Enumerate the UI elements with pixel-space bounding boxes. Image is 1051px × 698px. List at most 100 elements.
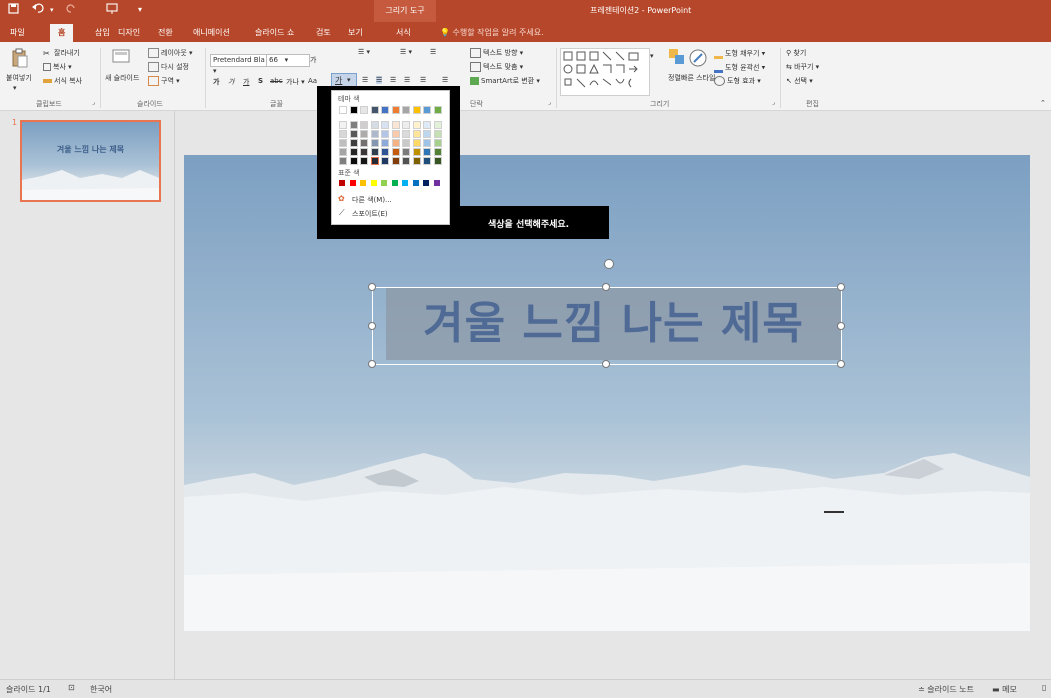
color-swatch[interactable] [370,157,379,165]
cut-button[interactable]: ✂ 잘라내기 [43,48,80,58]
align-left-icon[interactable]: ☰ [362,76,368,84]
color-swatch[interactable] [402,106,410,114]
quick-styles-icon[interactable] [688,48,708,70]
columns-icon[interactable]: ☰ [442,76,448,84]
tab-slideshow[interactable]: 슬라이드 쇼 [255,27,294,38]
color-swatch[interactable] [412,121,421,129]
new-slide-button[interactable]: 새 슬라이드 [105,73,139,83]
align-center-icon[interactable]: ☰ [376,76,383,84]
language-status[interactable]: 한국어 [90,684,112,695]
color-swatch[interactable] [402,157,410,165]
tab-insert[interactable]: 삽입 [95,27,110,38]
color-swatch[interactable] [391,180,398,186]
color-swatch[interactable] [339,139,347,147]
resize-handle[interactable] [837,322,845,330]
smartart-button[interactable]: SmartArt로 변환 ▾ [470,76,540,86]
slideshow-icon[interactable] [106,3,118,17]
color-swatch[interactable] [412,157,421,165]
distribute-icon[interactable]: ☰ [420,76,426,84]
paste-icon[interactable] [12,48,28,70]
bullets-icon[interactable]: ☰ ▾ [358,48,370,56]
color-swatch[interactable] [360,180,366,186]
color-swatch[interactable] [391,157,400,165]
underline-button[interactable]: 가 [243,77,249,87]
color-swatch[interactable] [402,180,408,186]
find-button[interactable]: ⚲ 찾기 [786,48,806,58]
color-swatch[interactable] [339,130,347,138]
tab-home[interactable]: 홈 [50,24,74,42]
color-swatch[interactable] [381,148,389,156]
color-swatch[interactable] [349,180,356,186]
color-swatch[interactable] [370,121,379,129]
tab-transitions[interactable]: 전환 [158,27,173,38]
drawing-launcher-icon[interactable]: ⌟ [772,99,775,106]
font-size-box[interactable]: 66 ▾ [266,54,310,67]
color-swatch[interactable] [433,180,440,186]
color-swatch[interactable] [360,148,368,156]
slide-thumbnail[interactable]: 겨울 느낌 나는 제목 [20,120,161,202]
save-icon[interactable] [8,3,19,17]
color-swatch[interactable] [349,130,358,138]
select-button[interactable]: ↖ 선택 ▾ [786,76,813,86]
indent-icon[interactable]: ☰ [430,48,436,56]
strikethrough-button[interactable]: abc [270,77,283,85]
color-swatch[interactable] [339,180,345,186]
color-swatch[interactable] [402,148,410,156]
undo-icon[interactable] [32,3,45,17]
color-swatch[interactable] [391,139,400,147]
color-swatch[interactable] [412,139,421,147]
color-swatch[interactable] [433,130,442,138]
color-swatch[interactable] [423,148,431,156]
notes-button[interactable]: ≐ 슬라이드 노트 [918,684,974,695]
font-name-box[interactable]: Pretendard Bla ▾ [210,54,268,75]
arrange-button[interactable]: 정렬 [668,73,681,83]
color-swatch[interactable] [339,148,347,156]
color-swatch[interactable] [381,139,389,147]
undo-dropdown-icon[interactable]: ▾ [50,6,54,14]
shapes-gallery[interactable] [560,48,650,96]
color-swatch[interactable] [402,130,410,138]
color-swatch[interactable] [370,139,379,147]
paste-button[interactable]: 붙여넣기 [6,73,32,83]
bold-button[interactable]: 가 [213,77,219,87]
char-spacing-button[interactable]: 가나 ▾ [286,77,305,87]
grow-font-button[interactable]: 가 [310,55,316,65]
customize-icon[interactable]: ▾ [138,5,142,14]
more-colors-item[interactable]: ✿ 다른 색(M)... [336,194,446,205]
color-swatch[interactable] [360,121,368,129]
resize-handle[interactable] [368,322,376,330]
color-swatch[interactable] [360,106,368,114]
color-swatch[interactable] [423,180,429,186]
color-swatch[interactable] [370,106,379,114]
color-swatch[interactable] [423,121,431,129]
resize-handle[interactable] [837,360,845,368]
clipboard-launcher-icon[interactable]: ⌟ [92,99,95,106]
paragraph-launcher-icon[interactable]: ⌟ [548,99,551,106]
eyedropper-item[interactable]: ⟋ 스포이트(E) [336,208,446,219]
color-swatch[interactable] [433,139,442,147]
color-swatch[interactable] [370,180,377,186]
color-swatch[interactable] [423,139,431,147]
replace-button[interactable]: ⇆ 바꾸기 ▾ [786,62,819,72]
color-swatch[interactable] [381,121,389,129]
tab-format[interactable]: 서식 [396,27,411,38]
tab-animations[interactable]: 애니메이션 [193,27,230,38]
color-swatch[interactable] [370,130,379,138]
reset-button[interactable]: 다시 설정 [148,62,189,72]
color-swatch[interactable] [433,106,442,114]
resize-handle[interactable] [602,360,610,368]
numbering-icon[interactable]: ☰ ▾ [400,48,412,56]
tab-design[interactable]: 디자인 [118,27,140,38]
color-swatch[interactable] [349,139,358,147]
quick-styles-button[interactable]: 빠른 스타일 [681,73,715,83]
color-swatch[interactable] [433,121,442,129]
shape-outline-button[interactable]: 도형 윤곽선 ▾ [714,62,765,73]
redo-icon[interactable] [66,3,77,17]
color-swatch[interactable] [391,148,400,156]
color-swatch[interactable] [349,121,358,129]
color-swatch[interactable] [349,148,358,156]
color-swatch[interactable] [412,180,419,186]
collapse-ribbon-icon[interactable]: ⌃ [1040,99,1046,107]
resize-handle[interactable] [368,283,376,291]
tab-view[interactable]: 보기 [348,27,363,38]
